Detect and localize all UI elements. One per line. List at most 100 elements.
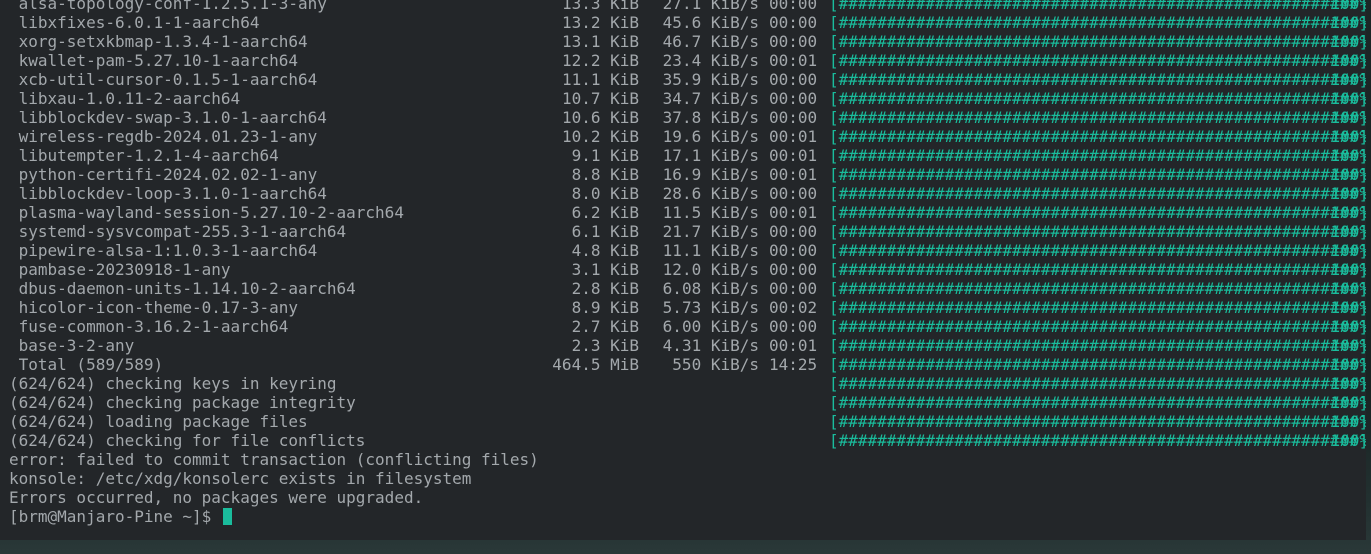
download-time: 00:01 (769, 127, 818, 146)
download-time: 00:00 (769, 70, 818, 89)
download-rate: 27.1 KiB/s (662, 0, 759, 13)
progress-percent: 100% (1330, 355, 1366, 374)
download-size: 9.1 KiB (571, 146, 639, 165)
download-time: 00:01 (769, 51, 818, 70)
package-name: base-3-2-any (9, 336, 135, 355)
download-size: 8.0 KiB (571, 184, 639, 203)
progress-percent: 100% (1330, 260, 1366, 279)
progress-percent: 100% (1330, 279, 1366, 298)
progress-percent: 100% (1330, 108, 1366, 127)
progress-percent: 100% (1330, 336, 1366, 355)
error-message: error: failed to commit transaction (con… (9, 450, 539, 469)
download-size: 6.1 KiB (571, 222, 639, 241)
terminal-window[interactable]: alsa-topology-conf-1.2.5.1-3-any 13.3 KiB… (0, 0, 1366, 540)
download-size: 13.2 KiB (561, 13, 639, 32)
progress-bar: [#######################################… (829, 146, 1366, 165)
package-name: pambase-20230918-1-any (9, 260, 231, 279)
output-message: konsole: /etc/xdg/konsolerc exists in fi… (9, 469, 472, 488)
progress-bar: [#######################################… (829, 70, 1366, 89)
package-name: pipewire-alsa-1:1.0.3-1-aarch64 (9, 241, 318, 260)
package-name: libblockdev-loop-3.1.0-1-aarch64 (9, 184, 327, 203)
progress-percent: 100% (1330, 298, 1366, 317)
download-size: 464.5 MiB (552, 355, 639, 374)
download-rate: 16.9 KiB/s (662, 165, 759, 184)
progress-percent: 100% (1330, 165, 1366, 184)
download-size: 2.8 KiB (571, 279, 639, 298)
download-time: 00:02 (769, 298, 818, 317)
download-rate: 5.73 KiB/s (662, 298, 759, 317)
progress-percent: 100% (1330, 241, 1366, 260)
progress-percent: 100% (1330, 89, 1366, 108)
download-time: 00:01 (769, 336, 818, 355)
download-rate: 34.7 KiB/s (662, 89, 759, 108)
progress-percent: 100% (1330, 51, 1366, 70)
download-time: 00:01 (769, 165, 818, 184)
download-rate: 4.31 KiB/s (662, 336, 759, 355)
download-rate: 6.00 KiB/s (662, 317, 759, 336)
package-name: xorg-setxkbmap-1.3.4-1-aarch64 (9, 32, 308, 51)
package-name: kwallet-pam-5.27.10-1-aarch64 (9, 51, 298, 70)
download-rate: 46.7 KiB/s (662, 32, 759, 51)
download-time: 00:00 (769, 89, 818, 108)
download-rate: 11.5 KiB/s (662, 203, 759, 222)
progress-percent: 100% (1330, 127, 1366, 146)
download-rate: 550 KiB/s (672, 355, 759, 374)
download-rate: 23.4 KiB/s (662, 51, 759, 70)
download-time: 00:00 (769, 279, 818, 298)
package-name: dbus-daemon-units-1.14.10-2-aarch64 (9, 279, 356, 298)
download-size: 10.7 KiB (561, 89, 639, 108)
download-time: 00:00 (769, 32, 818, 51)
download-rate: 28.6 KiB/s (662, 184, 759, 203)
download-time: 00:00 (769, 108, 818, 127)
progress-bar: [#######################################… (829, 32, 1366, 51)
package-name: alsa-topology-conf-1.2.5.1-3-any (9, 0, 327, 13)
package-name: fuse-common-3.16.2-1-aarch64 (9, 317, 289, 336)
progress-percent: 100% (1330, 184, 1366, 203)
progress-bar: [#######################################… (829, 355, 1366, 374)
download-size: 11.1 KiB (561, 70, 639, 89)
progress-bar: [#######################################… (829, 393, 1366, 412)
package-name: xcb-util-cursor-0.1.5-1-aarch64 (9, 70, 318, 89)
progress-bar: [#######################################… (829, 241, 1366, 260)
check-step-text: (624/624) loading package files (9, 412, 308, 431)
package-name: libxau-1.0.11-2-aarch64 (9, 89, 241, 108)
download-time: 00:00 (769, 222, 818, 241)
download-time: 00:01 (769, 203, 818, 222)
progress-percent: 100% (1330, 203, 1366, 222)
download-rate: 11.1 KiB/s (662, 241, 759, 260)
download-size: 8.8 KiB (571, 165, 639, 184)
check-step-text: (624/624) checking keys in keyring (9, 374, 337, 393)
package-name: libutempter-1.2.1-4-aarch64 (9, 146, 279, 165)
progress-bar: [#######################################… (829, 203, 1366, 222)
download-rate: 37.8 KiB/s (662, 108, 759, 127)
progress-bar: [#######################################… (829, 279, 1366, 298)
progress-bar: [#######################################… (829, 127, 1366, 146)
download-rate: 17.1 KiB/s (662, 146, 759, 165)
package-name: systemd-sysvcompat-255.3-1-aarch64 (9, 222, 347, 241)
download-size: 8.9 KiB (571, 298, 639, 317)
package-name: python-certifi-2024.02.02-1-any (9, 165, 318, 184)
download-time: 00:00 (769, 241, 818, 260)
download-size: 13.3 KiB (561, 0, 639, 13)
progress-percent: 100% (1330, 32, 1366, 51)
download-time: 00:01 (769, 146, 818, 165)
download-rate: 21.7 KiB/s (662, 222, 759, 241)
progress-percent: 100% (1330, 222, 1366, 241)
progress-percent: 100% (1330, 317, 1366, 336)
progress-bar: [#######################################… (829, 336, 1366, 355)
command-prompt[interactable]: [brm@Manjaro-Pine ~]$ (9, 507, 232, 526)
download-rate: 35.9 KiB/s (662, 70, 759, 89)
progress-bar: [#######################################… (829, 89, 1366, 108)
prompt-text: [brm@Manjaro-Pine ~]$ (9, 507, 221, 526)
progress-percent: 100% (1330, 13, 1366, 32)
package-name: hicolor-icon-theme-0.17-3-any (9, 298, 298, 317)
progress-bar: [#######################################… (829, 317, 1366, 336)
download-size: 10.2 KiB (561, 127, 639, 146)
text-cursor (222, 508, 232, 525)
download-time: 00:00 (769, 184, 818, 203)
download-size: 10.6 KiB (561, 108, 639, 127)
progress-bar: [#######################################… (829, 184, 1366, 203)
package-name: plasma-wayland-session-5.27.10-2-aarch64 (9, 203, 404, 222)
progress-percent: 100% (1330, 431, 1366, 450)
package-name: libxfixes-6.0.1-1-aarch64 (9, 13, 260, 32)
